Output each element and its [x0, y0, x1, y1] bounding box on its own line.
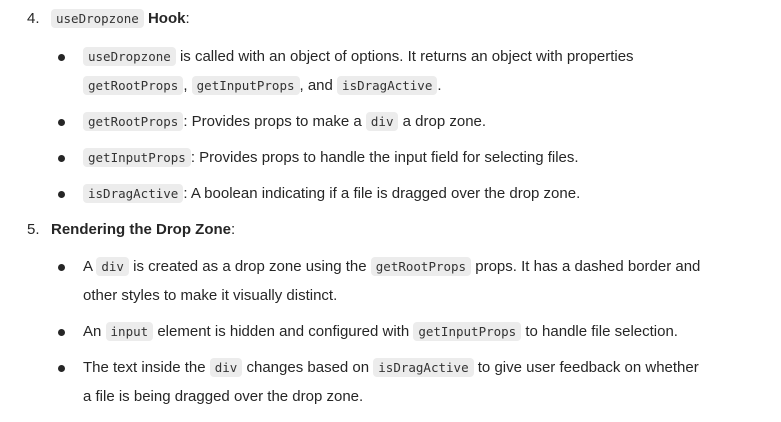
- bullet-text: props. It has a dashed border and: [475, 258, 701, 275]
- bullet-line: isDragActive: A boolean indicating if a …: [83, 184, 580, 204]
- bullet-line: other styles to make it visually distinc…: [83, 286, 337, 306]
- inline-code: getRootProps: [370, 257, 472, 276]
- bullet-text: ,: [183, 77, 188, 94]
- bullet-text: is created as a drop zone using the: [133, 258, 367, 275]
- bullet-text: to handle file selection.: [525, 323, 678, 340]
- bullet-text: , and: [299, 77, 333, 94]
- section-heading: useDropzone Hook:: [51, 9, 190, 29]
- heading-colon: :: [231, 221, 236, 238]
- bullet-line: The text inside the div changes based on…: [83, 358, 699, 378]
- inline-code: div: [209, 358, 243, 377]
- inline-code: isDragActive: [83, 184, 184, 203]
- bullet-dot: [58, 365, 65, 372]
- bullet-text: : Provides props to make a: [183, 113, 362, 130]
- inline-code: getInputProps: [191, 76, 300, 95]
- bullet-text: a drop zone.: [402, 113, 487, 130]
- section-heading: Rendering the Drop Zone:: [51, 220, 235, 240]
- bullet-line: A div is created as a drop zone using th…: [83, 257, 700, 277]
- bullet-text: : Provides props to handle the input fie…: [190, 149, 579, 166]
- inline-code: div: [96, 257, 129, 276]
- bullet-text: A: [83, 258, 93, 275]
- bullet-line: An input element is hidden and configure…: [83, 322, 678, 342]
- bullet-text: An: [83, 323, 102, 340]
- bullet-line: getInputProps: Provides props to handle …: [83, 148, 579, 168]
- inline-code: useDropzone: [83, 47, 176, 66]
- heading-text: Hook: [147, 10, 186, 27]
- bullet-text: element is hidden and configured with: [157, 323, 410, 340]
- bullet-dot: [58, 155, 65, 162]
- bullet-line: useDropzone is called with an object of …: [83, 47, 634, 67]
- inline-code: isDragActive: [373, 358, 474, 377]
- list-number: 5.: [27, 221, 40, 238]
- bullet-dot: [58, 54, 65, 61]
- bullet-text: a file is being dragged over the drop zo…: [83, 388, 364, 405]
- inline-code: div: [365, 112, 399, 131]
- bullet-text: The text inside the: [83, 359, 206, 376]
- bullet-line: a file is being dragged over the drop zo…: [83, 387, 363, 407]
- bullet-text: changes based on: [246, 359, 370, 376]
- bullet-line: getRootProps, getInputProps, and isDragA…: [83, 76, 442, 96]
- bullet-dot: [58, 264, 65, 271]
- inline-code: useDropzone: [51, 9, 144, 28]
- bullet-text: : A boolean indicating if a file is drag…: [183, 185, 581, 202]
- inline-code: isDragActive: [337, 76, 438, 95]
- bullet-line: getRootProps: Provides props to make a d…: [83, 112, 486, 132]
- bullet-dot: [58, 119, 65, 126]
- bullet-text: is called with an object of options. It …: [179, 48, 634, 65]
- inline-code: getRootProps: [83, 76, 184, 95]
- bullet-text: to give user feedback on whether: [477, 359, 699, 376]
- inline-code: getRootProps: [83, 112, 184, 131]
- heading-text: Rendering the Drop Zone: [51, 221, 231, 238]
- inline-code: input: [105, 322, 154, 341]
- heading-colon: :: [185, 10, 190, 27]
- document: 4. useDropzone Hook: useDropzone is call…: [0, 0, 781, 422]
- list-number: 4.: [27, 10, 40, 27]
- inline-code: getInputProps: [413, 322, 522, 341]
- bullet-dot: [58, 191, 65, 198]
- bullet-text: .: [437, 77, 442, 94]
- inline-code: getInputProps: [83, 148, 191, 167]
- bullet-text: other styles to make it visually distinc…: [83, 287, 338, 304]
- bullet-dot: [58, 329, 65, 336]
